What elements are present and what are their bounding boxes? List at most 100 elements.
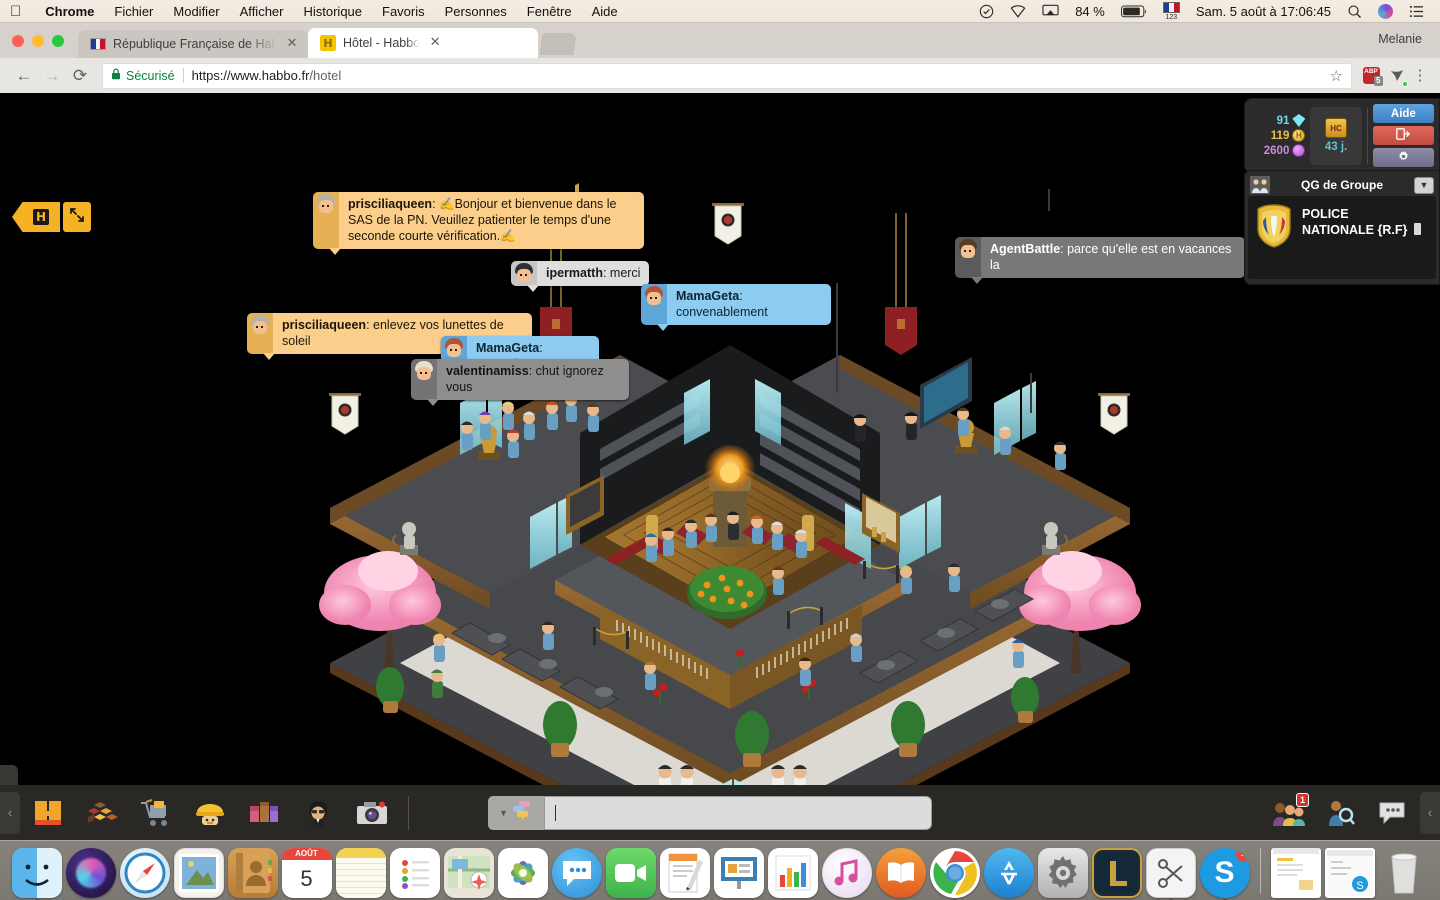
catalogue-cart-icon[interactable] [132, 791, 180, 835]
navigator-icon[interactable] [24, 791, 72, 835]
reload-button[interactable]: ⟳ [66, 62, 94, 90]
minimize-window-button[interactable] [32, 35, 44, 47]
friend-search-icon[interactable] [1316, 791, 1364, 835]
chrome-browser-window: République Française de Habbo ✕ H Hôtel … [0, 23, 1440, 93]
currency-diamonds[interactable]: 91 [1277, 114, 1306, 127]
chat-bubble-valentinamiss[interactable]: valentinamiss: chut ignorez vous [411, 359, 629, 406]
menu-item-chrome[interactable]: Chrome [35, 4, 104, 19]
dock-item-contacts[interactable] [227, 848, 278, 898]
inventory-icon[interactable] [78, 791, 126, 835]
menu-item-personnes[interactable]: Personnes [435, 4, 517, 19]
dock-item-photos[interactable] [497, 848, 548, 898]
menu-item-aide[interactable]: Aide [582, 4, 628, 19]
back-button[interactable]: ← [10, 62, 38, 90]
logout-button[interactable] [1372, 126, 1434, 145]
dock-item-reminders[interactable] [389, 848, 440, 898]
dock-minimized-document-window[interactable] [1270, 848, 1321, 898]
chat-style-selector[interactable]: ▼ [488, 795, 544, 830]
tab-title: République Française de Habbo [113, 37, 277, 51]
avatar-profile-icon[interactable] [294, 791, 342, 835]
chat-history-icon[interactable] [1368, 791, 1416, 835]
settings-button[interactable] [1372, 148, 1434, 167]
menu-item-afficher[interactable]: Afficher [230, 4, 294, 19]
chat-bubble-mamageta-1[interactable]: MamaGeta: convenablement [641, 284, 831, 331]
dock-item-keynote[interactable] [713, 848, 764, 898]
dock-item-itunes[interactable] [821, 848, 872, 898]
siri-icon[interactable] [1370, 3, 1401, 19]
chrome-profile-name[interactable]: Melanie [1378, 32, 1422, 46]
chevron-down-icon[interactable]: ▼ [1414, 176, 1434, 194]
dock-item-appstore[interactable] [983, 848, 1034, 898]
checkmark-circle-icon[interactable] [971, 4, 1002, 19]
address-bar[interactable]: Sécurisé https://www.habbo.fr/hotel ☆ [102, 62, 1352, 89]
bookmark-star-icon[interactable]: ☆ [1330, 67, 1343, 85]
dock-item-leagueoflegends[interactable] [1091, 848, 1142, 898]
habbo-club-box[interactable]: HC 43 j. [1310, 106, 1362, 165]
friends-list-icon[interactable]: 1 [1264, 791, 1312, 835]
menu-item-fenetre[interactable]: Fenêtre [517, 4, 582, 19]
close-icon[interactable]: ✕ [427, 35, 443, 51]
habbo-game-area[interactable]: H › prisciliaqueen: ✍Bonjour et bienvenu… [0, 93, 1440, 840]
apple-logo-icon[interactable]:  [10, 4, 21, 19]
tab-republique-francaise[interactable]: République Française de Habbo ✕ [78, 30, 308, 58]
url-text: https://www.habbo.fr/hotel [192, 68, 342, 83]
dock-item-screenshot[interactable] [1145, 848, 1196, 900]
chat-input[interactable] [544, 795, 932, 830]
forum-icon[interactable] [1413, 222, 1421, 235]
dock-item-calendar[interactable]: AOÛT 5 [281, 848, 332, 898]
builders-club-icon[interactable] [186, 791, 234, 835]
dock-item-finder[interactable] [11, 848, 62, 900]
room-fullscreen-button[interactable] [63, 202, 91, 232]
dock-item-safari[interactable] [119, 848, 170, 898]
toolbar-collapse-left-button[interactable]: ‹ [0, 791, 20, 834]
airplay-icon[interactable] [1034, 4, 1067, 18]
tab-hotel-habbo[interactable]: H Hôtel - Habbo ✕ [308, 28, 538, 58]
dock-item-siri[interactable] [65, 848, 116, 898]
menu-item-fichier[interactable]: Fichier [104, 4, 163, 19]
camera-icon[interactable] [348, 791, 396, 835]
menu-item-modifier[interactable]: Modifier [163, 4, 229, 19]
search-icon[interactable] [1339, 4, 1370, 19]
dock-item-systempreferences[interactable] [1037, 848, 1088, 898]
chat-bubble-ipermatth[interactable]: ipermatth: merci [511, 261, 657, 292]
chat-bubble-prisciliaqueen-1[interactable]: prisciliaqueen: ✍Bonjour et bienvenue da… [313, 192, 644, 255]
menu-item-favoris[interactable]: Favoris [372, 4, 435, 19]
dock-item-maps[interactable] [443, 848, 494, 898]
close-window-button[interactable] [12, 35, 24, 47]
battery-icon[interactable] [1113, 5, 1155, 18]
ghostery-extension-icon[interactable] [1384, 63, 1410, 89]
currency-duckets[interactable]: 2600 [1264, 144, 1306, 157]
dock-item-numbers[interactable] [767, 848, 818, 898]
dock-item-chrome[interactable] [929, 848, 980, 900]
close-icon[interactable]: ✕ [284, 36, 300, 52]
omnibox-toolbar: ← → ⟳ Sécurisé https://www.habbo.fr/hote… [0, 58, 1440, 93]
new-tab-button[interactable] [539, 33, 577, 55]
dock-item-skype[interactable]: S 1 [1199, 848, 1250, 900]
zoom-window-button[interactable] [52, 35, 64, 47]
dock-minimized-skype-window[interactable]: S [1324, 848, 1375, 898]
chat-input-bar[interactable]: ▼ [488, 795, 932, 830]
dock-item-trash[interactable] [1379, 848, 1429, 898]
shield-icon[interactable] [1002, 4, 1034, 18]
chrome-menu-button[interactable]: ⋮ [1410, 68, 1430, 83]
menu-item-historique[interactable]: Historique [293, 4, 372, 19]
habbo-room-render[interactable] [0, 93, 1440, 840]
help-button[interactable]: Aide [1372, 104, 1434, 123]
dock-item-notes[interactable] [335, 848, 386, 898]
dock-item-ibooks[interactable] [875, 848, 926, 898]
input-source-flag-icon[interactable]: 123 [1155, 1, 1188, 21]
dock-item-messages[interactable] [551, 848, 602, 898]
notification-center-icon[interactable] [1401, 5, 1432, 18]
group-headquarters-widget[interactable]: QG de Groupe ▼ POLICE NATIONALE {R.F} [1244, 170, 1440, 285]
forward-button[interactable]: → [38, 62, 66, 90]
currency-credits[interactable]: 119 H [1271, 129, 1306, 142]
toolbar-collapse-right-button[interactable]: ‹ [1420, 791, 1440, 834]
chat-bubble-agentbattle[interactable]: AgentBattle: parce qu'elle est en vacanc… [955, 237, 1245, 284]
dock-item-pages[interactable] [659, 848, 710, 898]
menu-bar-clock[interactable]: Sam. 5 août à 17:06:45 [1188, 4, 1339, 19]
furniture-icon[interactable] [240, 791, 288, 835]
dock-item-mail[interactable] [173, 848, 224, 898]
window-traffic-lights [12, 35, 64, 47]
adblock-extension-icon[interactable]: ABP 5 [1358, 63, 1384, 89]
dock-item-facetime[interactable] [605, 848, 656, 898]
